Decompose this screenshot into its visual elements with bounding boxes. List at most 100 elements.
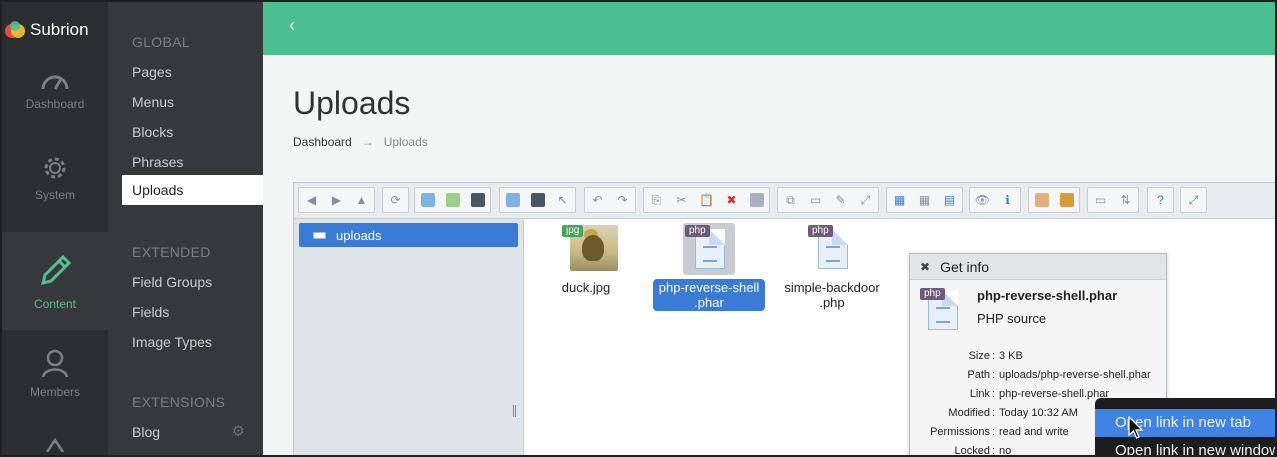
info-value: 3 KB <box>999 349 1023 362</box>
file-type-tag: php <box>808 225 833 237</box>
info-value: no <box>999 444 1012 457</box>
chevron-left-icon[interactable]: ‹ <box>289 15 295 36</box>
php-file-icon: php <box>806 223 858 275</box>
rail-item-label: System <box>34 188 75 202</box>
user-icon <box>41 349 69 378</box>
folder-tree: uploads <box>294 219 524 455</box>
file-item[interactable]: jpg duck.jpg <box>527 223 645 296</box>
submenu-item-blog[interactable]: Blog ⚙ <box>122 417 263 447</box>
new-file-icon[interactable] <box>440 188 465 212</box>
reload-icon[interactable]: ⟳ <box>383 188 408 212</box>
context-menu-item-open-new-tab[interactable]: Open link in new tab <box>1095 409 1275 437</box>
submenu-item-image-types[interactable]: Image Types <box>122 327 263 357</box>
file-name: php-reverse-shell .phar <box>652 279 766 311</box>
submenu-item-phrases[interactable]: Phrases <box>122 147 263 177</box>
context-menu: Open link in new tab Open link in new wi… <box>1095 398 1275 455</box>
toolbar-group-view: ▦ ▦ ▤ <box>886 187 963 213</box>
rail-item-content[interactable]: Content <box>2 232 108 330</box>
rail-item-extra[interactable] <box>2 422 108 455</box>
file-type-tag: php <box>685 225 710 237</box>
redo-icon[interactable]: ↷ <box>610 188 635 212</box>
submenu-item-menus[interactable]: Menus <box>122 87 263 117</box>
empty-icon[interactable] <box>744 188 769 212</box>
copy-icon[interactable]: ⎘ <box>644 188 669 212</box>
app-window: Subrion Dashboard System Content Members… <box>0 0 1277 457</box>
rail-item-members[interactable]: Members <box>2 330 108 418</box>
duplicate-icon[interactable]: ⧉ <box>778 188 803 212</box>
info-value: read and write <box>999 425 1069 438</box>
info-key: Size <box>968 349 990 362</box>
info-row: Size:3 KB <box>910 346 1168 365</box>
submenu-item-fields[interactable]: Fields <box>122 297 263 327</box>
rail-item-dashboard[interactable]: Dashboard <box>2 46 108 134</box>
save-icon[interactable] <box>525 188 550 212</box>
archive-icon[interactable] <box>1054 188 1079 212</box>
tree-resize-handle[interactable] <box>513 405 516 417</box>
image-thumbnail: jpg <box>560 223 618 275</box>
toolbar-group-nav: ◀ ▶ ▲ <box>298 187 375 213</box>
tag-icon <box>45 437 65 452</box>
rail-item-label: Members <box>29 385 80 399</box>
close-icon[interactable]: ✖ <box>920 260 930 274</box>
gear-icon[interactable]: ⚙ <box>232 417 245 447</box>
info-key: Link <box>969 387 990 400</box>
info-key: Locked <box>954 444 990 457</box>
toolbar-group-tools: ⧉ ▭ ✎ ⤢ <box>777 187 879 213</box>
breadcrumb: Dashboard → Uploads <box>293 135 428 149</box>
subrion-logo-icon <box>5 21 25 38</box>
file-type-tag: jpg <box>562 225 584 237</box>
info-icon[interactable]: ℹ <box>995 188 1020 212</box>
submenu-item-uploads[interactable]: Uploads <box>122 175 263 205</box>
submenu-item-field-groups[interactable]: Field Groups <box>122 267 263 297</box>
file-item[interactable]: php php-reverse-shell .phar <box>650 223 768 311</box>
rename-icon[interactable]: ▭ <box>803 188 828 212</box>
upload-icon[interactable] <box>465 188 490 212</box>
help-icon[interactable]: ? <box>1148 188 1173 212</box>
edit-icon[interactable]: ✎ <box>828 188 853 212</box>
tree-node-label: uploads <box>336 227 382 243</box>
forward-icon[interactable]: ▶ <box>324 188 349 212</box>
back-icon[interactable]: ◀ <box>299 188 324 212</box>
undo-icon[interactable]: ↶ <box>585 188 610 212</box>
submenu-item-blocks[interactable]: Blocks <box>122 117 263 147</box>
resize-icon[interactable]: ⤢ <box>853 188 878 212</box>
toolbar-group-misc: ▭ ⇅ <box>1087 187 1139 213</box>
paste-icon[interactable]: 📋 <box>694 188 719 212</box>
submenu-item-pages[interactable]: Pages <box>122 57 263 87</box>
dialog-header[interactable]: ✖ Get info <box>910 254 1166 280</box>
section-title-extended: EXTENDED <box>132 244 211 260</box>
logo[interactable]: Subrion <box>4 16 89 44</box>
file-name: simple-backdoor .php <box>784 280 880 310</box>
info-row: Path: uploads/php-reverse-shell.phar <box>910 365 1168 384</box>
view-icons-icon[interactable]: ▦ <box>887 188 912 212</box>
toolbar-group-create <box>414 187 491 213</box>
sort-icon[interactable]: ⇅ <box>1113 188 1138 212</box>
section-title-global: GLOBAL <box>132 34 190 50</box>
toolbar-group-edit: ⎘ ✂ 📋 ✖ <box>643 187 770 213</box>
up-icon[interactable]: ▲ <box>349 188 374 212</box>
breadcrumb-home[interactable]: Dashboard <box>293 135 352 149</box>
open-icon[interactable] <box>500 188 525 212</box>
view-list-icon[interactable]: ▤ <box>937 188 962 212</box>
section-title-extensions: EXTENSIONS <box>132 394 226 410</box>
fullscreen-icon[interactable]: ⤢ <box>1181 188 1206 212</box>
extract-icon[interactable] <box>1029 188 1054 212</box>
mouse-cursor-icon <box>1128 416 1144 439</box>
select-icon[interactable]: ↖ <box>550 188 575 212</box>
logo-text: Subrion <box>30 20 89 39</box>
list-view-icon[interactable]: ▭ <box>1088 188 1113 212</box>
view-grid-icon[interactable]: ▦ <box>912 188 937 212</box>
delete-icon[interactable]: ✖ <box>719 188 744 212</box>
tree-node-uploads[interactable]: uploads <box>299 223 518 247</box>
submenu: GLOBAL Pages Menus Blocks Phrases Upload… <box>108 2 263 455</box>
info-link[interactable]: php-reverse-shell.phar <box>995 388 1109 400</box>
speedometer-icon <box>41 75 69 90</box>
file-item[interactable]: php simple-backdoor .php <box>773 223 891 311</box>
preview-icon[interactable]: 👁 <box>970 188 995 212</box>
toolbar-group-reload: ⟳ <box>382 187 409 213</box>
cut-icon[interactable]: ✂ <box>669 188 694 212</box>
rail-item-system[interactable]: System <box>2 134 108 222</box>
submenu-item-label: Blog <box>132 424 161 440</box>
new-folder-icon[interactable] <box>415 188 440 212</box>
context-menu-item-open-new-window[interactable]: Open link in new window <box>1095 437 1275 455</box>
